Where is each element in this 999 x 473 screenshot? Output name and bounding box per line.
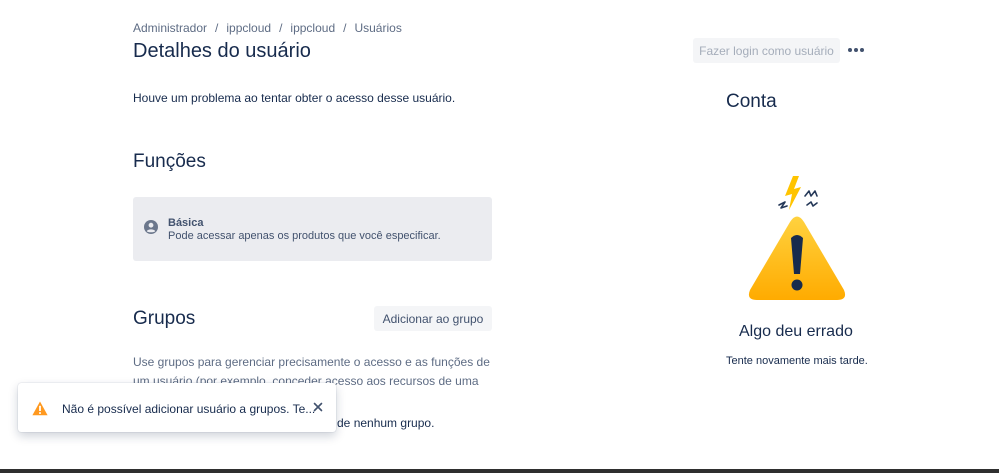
more-actions-button[interactable]	[845, 39, 867, 61]
breadcrumb-item-org[interactable]: ippcloud	[226, 21, 271, 35]
toast-close-button[interactable]	[310, 399, 326, 415]
role-description: Pode acessar apenas os produtos que você…	[168, 230, 441, 242]
window-bottom-edge	[0, 469, 999, 473]
breadcrumb-separator: /	[279, 21, 283, 35]
breadcrumb-item-users[interactable]: Usuários	[354, 21, 401, 35]
role-name: Básica	[168, 217, 204, 229]
account-error-title: Algo deu errado	[739, 323, 853, 340]
warning-triangle-illustration	[748, 176, 846, 300]
roles-title: Funções	[133, 151, 206, 172]
role-card: Básica Pode acessar apenas os produtos q…	[133, 197, 492, 261]
user-avatar-icon	[144, 220, 158, 234]
account-error-subtitle: Tente novamente mais tarde.	[726, 355, 868, 367]
toast-message: Não é possível adicionar usuário a grupo…	[62, 402, 316, 416]
breadcrumb: Administrador / ippcloud / ippcloud / Us…	[133, 21, 402, 35]
account-title: Conta	[726, 91, 777, 112]
groups-title: Grupos	[133, 308, 196, 329]
groups-description: Use grupos para gerenciar precisamente o…	[133, 355, 490, 387]
breadcrumb-separator: /	[343, 21, 347, 35]
more-horizontal-icon	[848, 48, 864, 52]
error-toast: Não é possível adicionar usuário a grupo…	[18, 383, 336, 432]
breadcrumb-item-site[interactable]: ippcloud	[290, 21, 335, 35]
access-error-message: Houve um problema ao tentar obter o aces…	[133, 91, 456, 105]
add-to-group-button[interactable]: Adicionar ao grupo	[374, 306, 492, 331]
groups-empty-text: o de nenhum grupo.	[327, 416, 435, 430]
breadcrumb-item-admin[interactable]: Administrador	[133, 21, 207, 35]
warning-icon	[32, 401, 48, 416]
login-as-user-button[interactable]: Fazer login como usuário	[693, 38, 840, 63]
close-icon	[313, 402, 323, 412]
breadcrumb-separator: /	[215, 21, 219, 35]
page-title: Detalhes do usuário	[133, 40, 311, 62]
